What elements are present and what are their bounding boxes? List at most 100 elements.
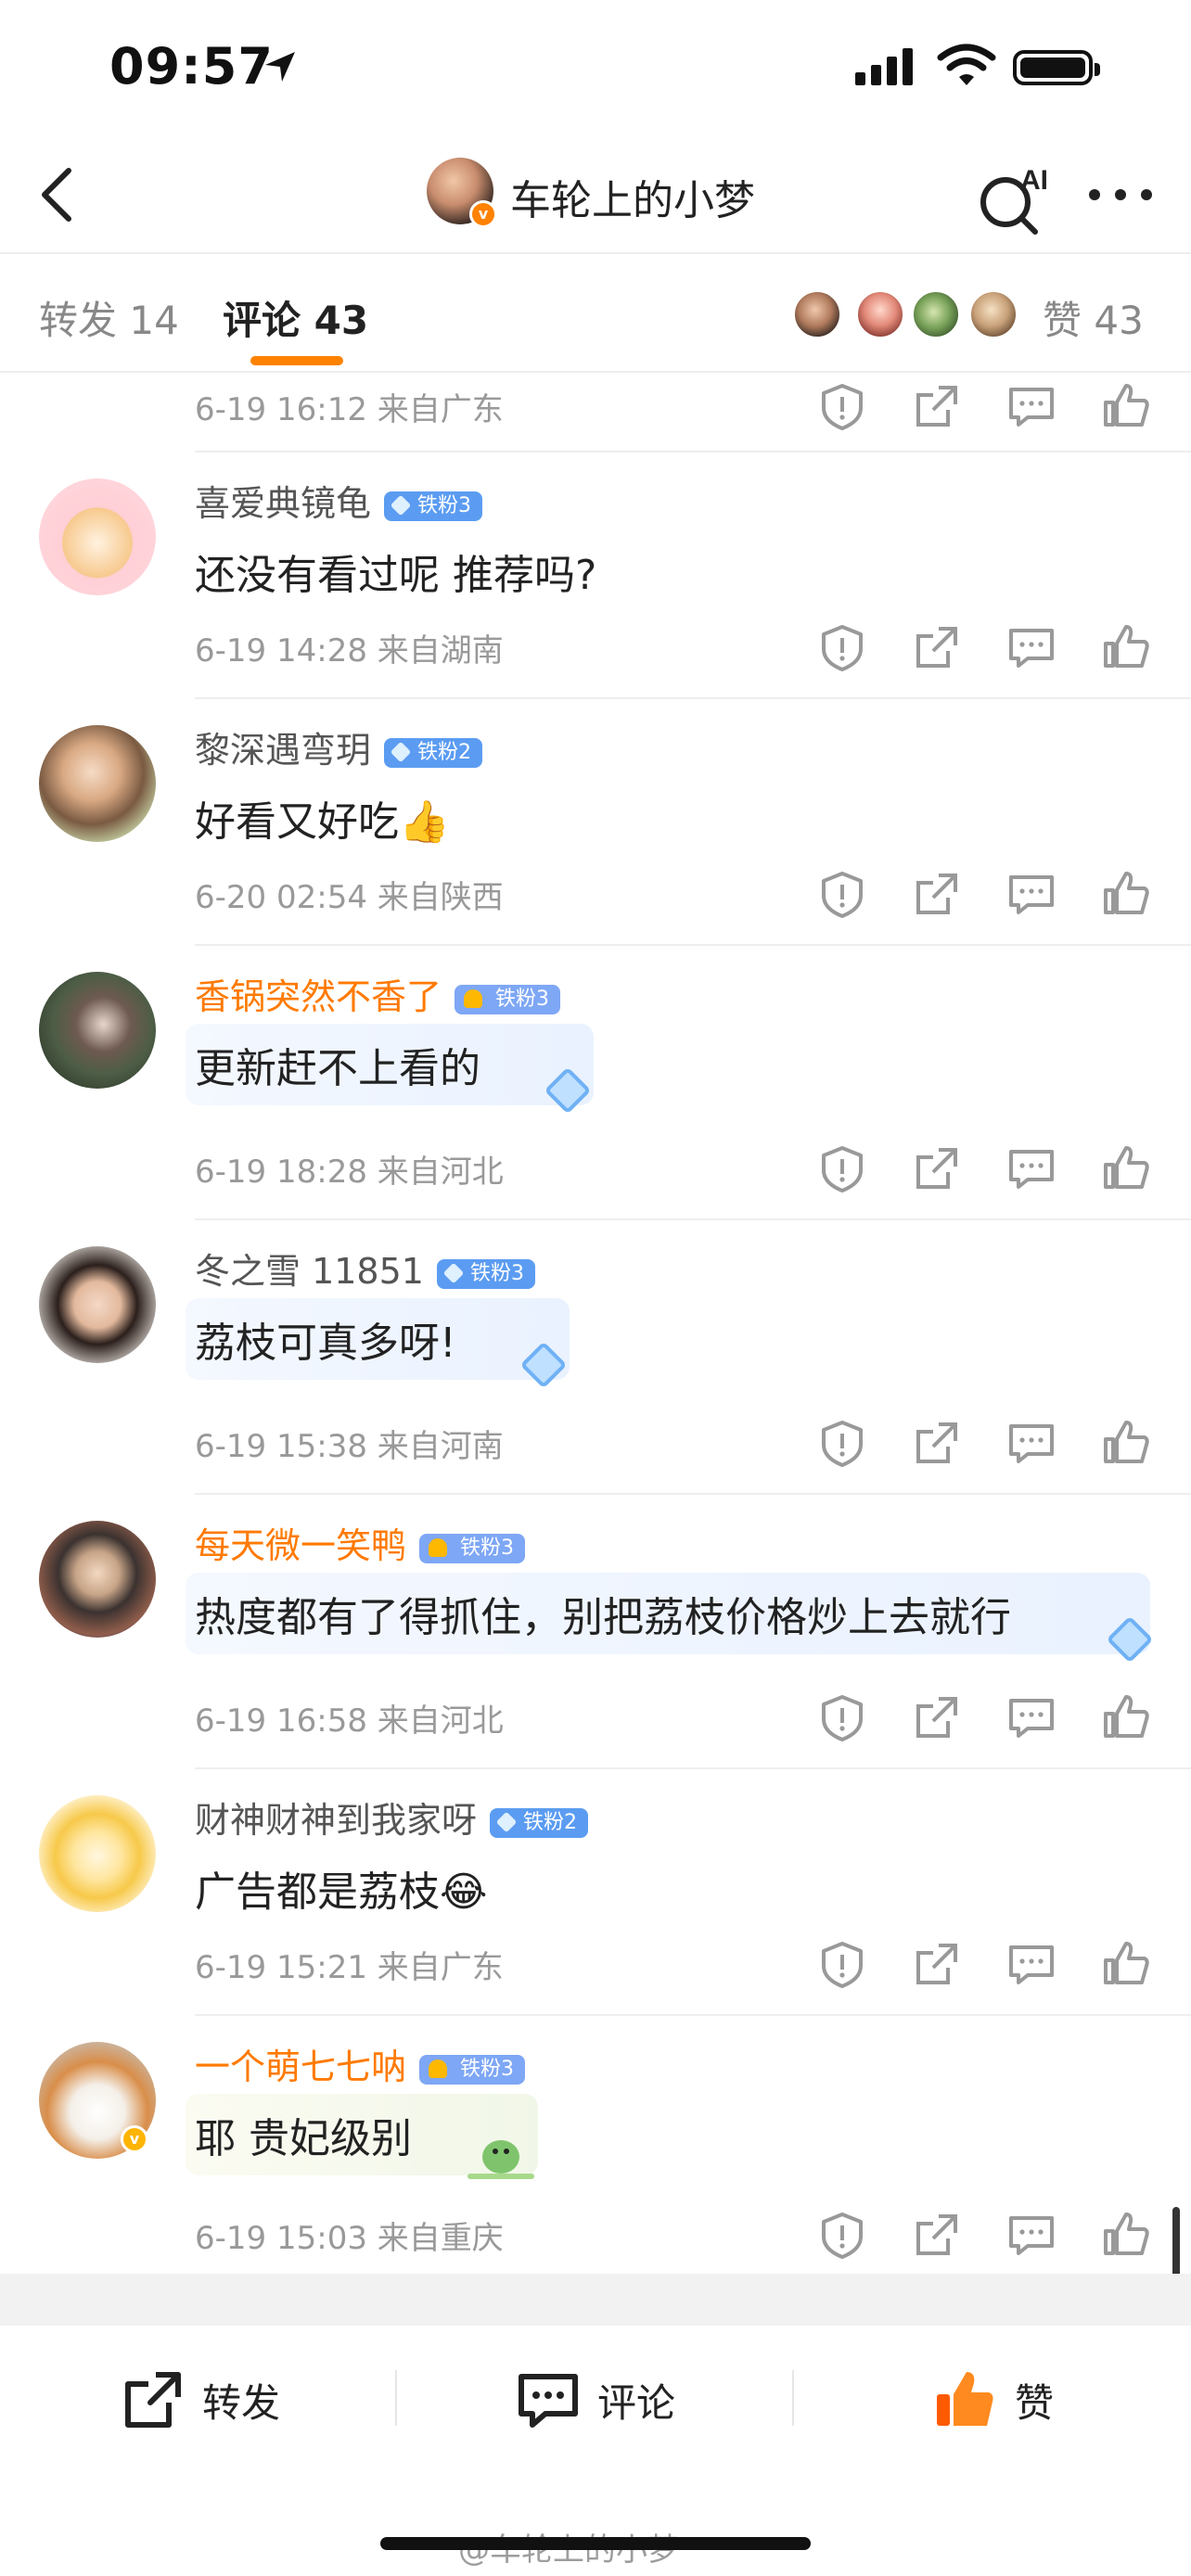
share-icon[interactable]: [911, 621, 963, 673]
comment-meta: 6-19 15:03 来自重庆: [195, 2220, 504, 2257]
battery-icon: [1013, 50, 1100, 85]
comment-item: 财神财神到我家呀 铁粉2 广告都是荔枝😂 6-19 15:21 来自广东: [0, 1769, 1191, 2014]
fan-badge: 铁粉3: [384, 491, 483, 521]
cat-coin-avatar-icon[interactable]: [39, 1795, 156, 1912]
share-icon[interactable]: [911, 380, 963, 432]
comment-username[interactable]: 每天微一笑鸭 铁粉3: [195, 1517, 526, 1568]
more-icon[interactable]: [1083, 176, 1158, 213]
report-icon[interactable]: [816, 621, 868, 673]
repost-icon: [125, 2372, 181, 2428]
bottom-bar-separator: [0, 2274, 1191, 2326]
verified-icon: v: [121, 2125, 148, 2153]
fan-badge: 铁粉3: [436, 1258, 535, 1289]
like-icon[interactable]: [1100, 380, 1152, 432]
comment-username[interactable]: 黎深遇弯玥 铁粉2: [195, 721, 483, 772]
comment-label: 评论: [597, 2379, 676, 2426]
share-icon[interactable]: [911, 1938, 963, 1990]
comment-username[interactable]: 冬之雪 11851 铁粉3: [195, 1243, 535, 1294]
liker-avatar[interactable]: [855, 289, 905, 339]
reply-icon[interactable]: [1005, 380, 1057, 432]
share-icon[interactable]: [911, 1142, 963, 1194]
report-icon[interactable]: [816, 1938, 868, 1990]
comment-username[interactable]: 香锅突然不香了 铁粉3: [195, 968, 561, 1019]
ai-search-icon[interactable]: AI: [972, 156, 1056, 239]
comment-actions: [816, 1417, 1169, 1473]
comment-actions: [816, 621, 1169, 677]
bottom-separator: [395, 2370, 397, 2426]
fan-badge: 铁粉3: [455, 984, 561, 1014]
like-icon[interactable]: [1100, 1691, 1152, 1743]
liker-avatar[interactable]: [911, 289, 961, 339]
tab-repost[interactable]: 转发 14: [39, 289, 179, 346]
reply-icon[interactable]: [1005, 868, 1057, 920]
reply-icon[interactable]: [1005, 1417, 1057, 1469]
reply-icon[interactable]: [1005, 621, 1057, 673]
tab-likes[interactable]: 赞 43: [1043, 289, 1144, 346]
report-icon[interactable]: [816, 2209, 868, 2261]
comment-text[interactable]: 荔枝可真多呀!: [195, 1309, 456, 1369]
verified-icon: v: [469, 200, 497, 228]
author-name[interactable]: 车轮上的小梦: [510, 167, 755, 226]
comment-username[interactable]: 一个萌七七呐 铁粉3: [195, 2038, 526, 2089]
tiger-avatar-icon[interactable]: [39, 478, 156, 595]
like-icon[interactable]: [1100, 1142, 1152, 1194]
comment-username[interactable]: 财神财神到我家呀 铁粉2: [195, 1792, 589, 1843]
reply-icon[interactable]: [1005, 1691, 1057, 1743]
doll-avatar-icon[interactable]: [39, 1246, 156, 1363]
location-arrow-icon: [265, 52, 295, 82]
comment-actions: [816, 868, 1169, 924]
comment-username[interactable]: 喜爱典镜龟 铁粉3: [195, 475, 483, 526]
home-indicator[interactable]: [380, 2537, 811, 2550]
anime-avatar-icon[interactable]: [39, 1521, 156, 1638]
report-icon[interactable]: [816, 1417, 868, 1469]
tab-comment[interactable]: 评论 43: [223, 289, 368, 346]
liker-avatar[interactable]: [968, 289, 1018, 339]
report-icon[interactable]: [816, 1142, 868, 1194]
reply-icon[interactable]: [1005, 1142, 1057, 1194]
report-icon[interactable]: [816, 1691, 868, 1743]
share-icon[interactable]: [911, 1691, 963, 1743]
like-button[interactable]: 赞: [931, 2363, 1054, 2437]
share-icon[interactable]: [911, 2209, 963, 2261]
share-icon[interactable]: [911, 868, 963, 920]
comment-item: 每天微一笑鸭 铁粉3 热度都有了得抓住，别把荔枝价格炒上去就行 6-19 16:5…: [0, 1495, 1191, 1767]
girl-avatar-icon[interactable]: [39, 725, 156, 842]
reply-icon[interactable]: [1005, 1938, 1057, 1990]
comment-icon: [519, 2374, 578, 2428]
comment-text[interactable]: 热度都有了得抓住，别把荔枝价格炒上去就行: [195, 1584, 1011, 1643]
comment-text[interactable]: 更新赶不上看的: [195, 1035, 480, 1094]
like-icon[interactable]: [1100, 621, 1152, 673]
liker-avatar[interactable]: [792, 289, 842, 339]
nav-bar: v 车轮上的小梦 AI: [0, 139, 1191, 250]
report-icon[interactable]: [816, 868, 868, 920]
comment-button[interactable]: 评论: [516, 2363, 675, 2437]
comment-text[interactable]: 耶 贵妃级别: [195, 2105, 412, 2164]
cellular-signal-icon: [855, 48, 913, 85]
comment-meta: 6-19 16:58 来自河北: [195, 1702, 504, 1740]
back-icon[interactable]: [28, 158, 93, 232]
like-label: 赞: [1015, 2379, 1055, 2426]
share-icon[interactable]: [911, 1417, 963, 1469]
status-bar: 09:57: [0, 0, 1191, 139]
comment-text[interactable]: 广告都是荔枝😂: [195, 1858, 487, 1918]
fan-badge: 铁粉2: [384, 737, 483, 768]
comment-actions: [816, 1691, 1169, 1747]
outdoor-avatar-icon[interactable]: [39, 972, 156, 1089]
tab-bar: 转发 14 评论 43 赞 43: [0, 252, 1191, 373]
comment-meta: 6-19 14:28 来自湖南: [195, 632, 504, 670]
status-time: 09:57: [109, 37, 274, 96]
comment-item: v 一个萌七七呐 铁粉3 耶 贵妃级别 6-19 15:03 来自重庆: [0, 2016, 1191, 2274]
comment-text[interactable]: 好看又好吃👍: [195, 788, 450, 848]
like-icon[interactable]: [1100, 1417, 1152, 1469]
like-icon[interactable]: [1100, 1938, 1152, 1990]
report-icon[interactable]: [816, 380, 868, 432]
comment-list[interactable]: 6-19 16:12 来自广东 喜爱典镜龟 铁粉3 还没有看过呢 推荐吗? 6-1…: [0, 373, 1191, 2274]
comment-actions: [816, 380, 1169, 436]
comment-item: 冬之雪 11851 铁粉3 荔枝可真多呀! 6-19 15:38 来自河南: [0, 1220, 1191, 1493]
like-icon[interactable]: [1100, 868, 1152, 920]
repost-button[interactable]: 转发: [121, 2363, 280, 2437]
like-icon[interactable]: [1100, 2209, 1152, 2261]
reply-icon[interactable]: [1005, 2209, 1057, 2261]
comment-text[interactable]: 还没有看过呢 推荐吗?: [195, 542, 596, 601]
ai-label: AI: [1020, 165, 1048, 196]
